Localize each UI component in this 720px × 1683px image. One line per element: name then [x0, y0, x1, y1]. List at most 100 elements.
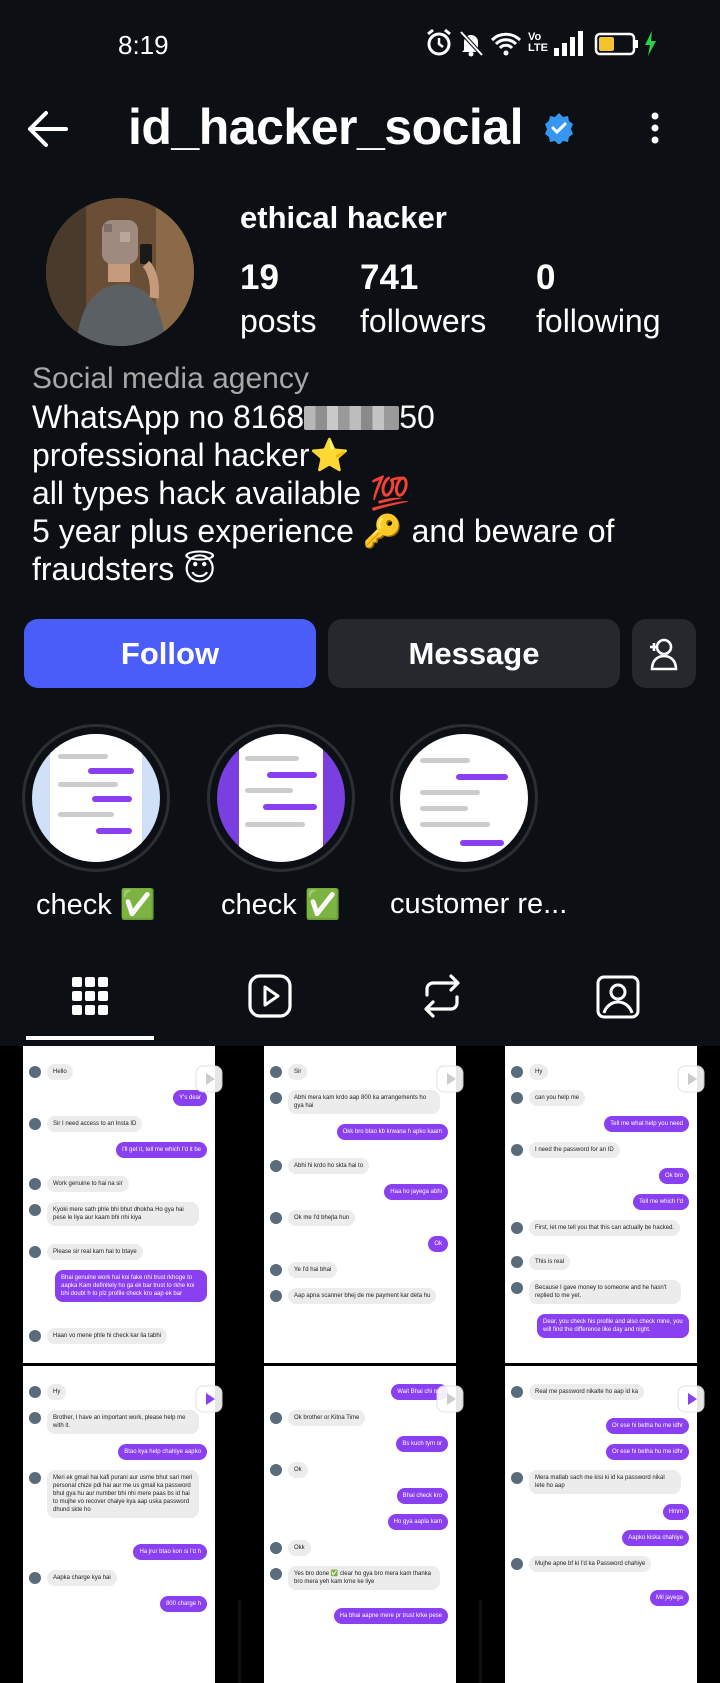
highlight-1[interactable]: check ✅ [22, 724, 170, 922]
post-1[interactable]: Hello Y's dear Sir I need access to an Ins… [0, 1046, 238, 1363]
sender-avatar [29, 1204, 41, 1216]
highlight-3-thumb [400, 734, 528, 862]
chat-bubble: Ok bro [658, 1168, 689, 1184]
bio-whatsapp-suffix: 50 [399, 399, 435, 435]
chat-bubble: Or ese hi betha hu me idhr [605, 1444, 689, 1460]
chat-screenshot: Wait Bhai chi ma Ok brother or Kitna Time… [264, 1366, 456, 1683]
chat-bubble: Or ese hi betha hu me idhr [605, 1418, 689, 1434]
highlight-1-label: check ✅ [36, 889, 156, 921]
sender-avatar [511, 1472, 523, 1484]
status-time: 8:19 [118, 30, 169, 60]
post-6[interactable]: Real me password nikalte ho aap id ka Or … [482, 1366, 720, 1683]
chat-bubble: Yes bro done ✅ clear ho gya bro mera kam… [288, 1566, 440, 1590]
chat-bubble: Aap apna scanner bhej de me payment kar … [288, 1288, 437, 1304]
sender-avatar [511, 1066, 523, 1078]
sender-avatar [29, 1178, 41, 1190]
repost-icon [424, 974, 460, 1018]
post-4[interactable]: Hy Brother, I have an important work, ple… [0, 1366, 238, 1683]
tab-reels[interactable] [180, 950, 360, 1042]
suggested-users-button[interactable] [632, 619, 696, 688]
tab-grid[interactable] [0, 950, 180, 1042]
reel-play-icon [195, 1385, 223, 1413]
highlight-3[interactable]: customer re... [390, 724, 568, 921]
chat-screenshot: Real me password nikalte ho aap id ka Or … [505, 1366, 697, 1683]
grid-icon [72, 977, 108, 1015]
chat-screenshot: Sir Abhi mera kam krdo aap 800 ka arrange… [264, 1046, 456, 1363]
chat-bubble: Bhai genuine work hai koi fake nhi trust… [55, 1270, 207, 1302]
chat-bubble: Okk [288, 1540, 311, 1556]
display-name: ethical hacker [240, 200, 447, 235]
highlight-3-label: customer re... [390, 888, 568, 920]
chat-bubble: Abhi mera kam krdo aap 800 ka arrangemen… [288, 1090, 440, 1114]
chat-bubble: Work genuine to hai na sir [47, 1176, 129, 1192]
active-tab-indicator [26, 1036, 154, 1040]
sender-avatar [270, 1290, 282, 1302]
chat-bubble: Brother, I have an important work, pleas… [47, 1410, 199, 1434]
chat-bubble: Okk bro btao kb krwana h apko kaam [336, 1124, 448, 1140]
chat-bubble: I need the password for an ID [529, 1142, 620, 1158]
chat-bubble: Mujhe apne bf ki I'd ka Password chahiye [529, 1556, 652, 1572]
reel-play-icon [436, 1065, 464, 1093]
sender-avatar [29, 1246, 41, 1258]
chat-bubble: Haa ho jayega abhi [384, 1184, 448, 1200]
sender-avatar [29, 1118, 41, 1130]
chat-bubble: Dear, you check his profile and also che… [537, 1314, 689, 1338]
volte-label: Vo LTE [528, 31, 548, 54]
reels-icon [248, 974, 292, 1018]
bio-whatsapp-line: WhatsApp no 8168 50 [32, 398, 692, 436]
following-count[interactable]: 0 [536, 258, 555, 298]
bio-line-2: professional hacker⭐ [32, 437, 350, 473]
chat-bubble: Ok [428, 1236, 448, 1252]
sender-avatar [270, 1542, 282, 1554]
more-options-icon[interactable] [640, 108, 670, 148]
chat-bubble: Mil jayega [649, 1590, 689, 1606]
following-label[interactable]: following [536, 303, 661, 340]
posts-label[interactable]: posts [240, 303, 316, 340]
bio-whatsapp-prefix: WhatsApp no 8168 [32, 399, 305, 435]
post-2[interactable]: Sir Abhi mera kam krdo aap 800 ka arrange… [241, 1046, 479, 1363]
add-person-icon [650, 638, 678, 670]
follow-button[interactable]: Follow [24, 619, 316, 688]
chat-bubble: Tell me which I'd [633, 1194, 689, 1210]
chat-screenshot: Hy Brother, I have an important work, ple… [23, 1366, 215, 1683]
chat-bubble: Hmm [662, 1504, 689, 1520]
wifi-icon [490, 32, 522, 56]
tab-tagged[interactable] [528, 950, 708, 1042]
highlight-3-ring [390, 724, 538, 872]
post-5[interactable]: Wait Bhai chi ma Ok brother or Kitna Time… [241, 1366, 479, 1683]
highlight-1-ring [22, 724, 170, 872]
chat-bubble: Meri ek gmail hai kafi purani aur usme b… [47, 1470, 199, 1518]
chat-bubble: Sir [288, 1064, 308, 1080]
chat-bubble: Ok brother or Kitna Time [288, 1410, 366, 1426]
chat-bubble: Btao kya help chahiye aapko [118, 1444, 207, 1460]
sender-avatar [270, 1264, 282, 1276]
sender-avatar [270, 1160, 282, 1172]
chat-bubble: Tell me what help you need [604, 1116, 689, 1132]
chat-bubble: Abhi hi krdo ho skta hai to [288, 1158, 370, 1174]
chat-bubble: 800 charge h [159, 1596, 207, 1612]
sender-avatar [270, 1464, 282, 1476]
posts-count[interactable]: 19 [240, 258, 279, 298]
bio-line-5: fraudsters 😇 [32, 551, 217, 587]
message-button[interactable]: Message [328, 619, 620, 688]
post-3[interactable]: Hy can you help me Tell me what help you n… [482, 1046, 720, 1363]
followers-label[interactable]: followers [360, 303, 486, 340]
chat-bubble: This is real [529, 1254, 571, 1270]
highlight-2-label: check ✅ [221, 889, 341, 921]
sender-avatar [29, 1472, 41, 1484]
sender-avatar [511, 1222, 523, 1234]
profile-username: id_hacker_social [128, 99, 524, 155]
chat-bubble: Kyoki mere sath phle bhi bhut dhokha Ho … [47, 1202, 199, 1226]
tab-reposts[interactable] [352, 950, 532, 1042]
followers-count[interactable]: 741 [360, 258, 418, 298]
highlight-2-thumb [217, 734, 345, 862]
highlight-2[interactable]: check ✅ [207, 724, 355, 922]
sender-avatar [29, 1386, 41, 1398]
profile-avatar[interactable] [46, 198, 194, 346]
chat-bubble: Bs kuch tym or [396, 1436, 448, 1452]
highlight-2-ring [207, 724, 355, 872]
back-arrow-icon[interactable] [22, 104, 72, 154]
chat-bubble: Hy [529, 1064, 549, 1080]
sender-avatar [511, 1256, 523, 1268]
sender-avatar [270, 1212, 282, 1224]
